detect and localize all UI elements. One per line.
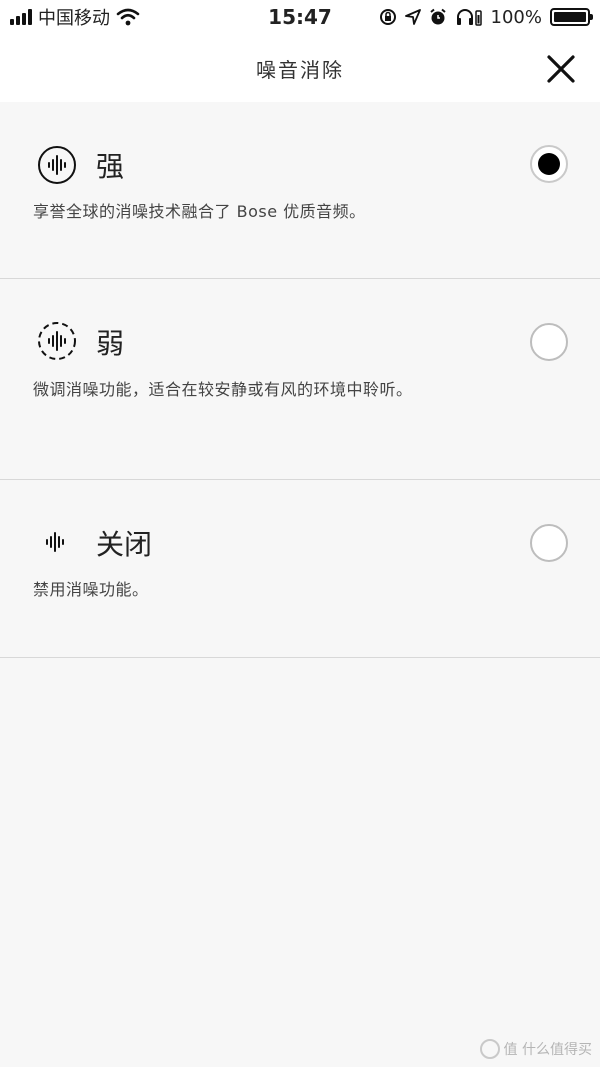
page-title: 噪音消除 <box>256 58 344 82</box>
status-right: 100% <box>379 5 593 29</box>
option-weak[interactable]: 弱 微调消噪功能，适合在较安静或有风的环境中聆听。 <box>0 279 600 480</box>
rotation-lock-icon <box>379 9 396 25</box>
status-bar: 中国移动 15:47 100% <box>0 0 600 34</box>
option-description: 享誉全球的消噪技术融合了 Bose 优质音频。 <box>33 202 366 221</box>
option-description: 禁用消噪功能。 <box>33 580 149 599</box>
watermark: 值 什么值得买 <box>479 1039 592 1059</box>
noise-cancel-high-icon <box>38 146 76 184</box>
noise-cancel-off-icon <box>46 532 64 552</box>
option-off[interactable]: 关闭 禁用消噪功能。 <box>0 480 600 658</box>
close-icon[interactable] <box>544 52 578 86</box>
option-label: 弱 <box>96 327 125 360</box>
noise-cancel-low-icon <box>38 322 76 360</box>
option-description: 微调消噪功能，适合在较安静或有风的环境中聆听。 <box>33 380 413 399</box>
radio-weak[interactable] <box>530 323 568 361</box>
radio-off[interactable] <box>530 524 568 562</box>
radio-strong[interactable] <box>530 145 568 183</box>
location-icon <box>404 9 421 25</box>
battery-fill <box>554 12 586 22</box>
option-strong[interactable]: 强 享誉全球的消噪技术融合了 Bose 优质音频。 <box>0 102 600 279</box>
option-label: 关闭 <box>96 528 153 561</box>
watermark-text: 值 什么值得买 <box>503 1042 592 1058</box>
watermark-logo-icon <box>479 1039 500 1059</box>
headphones-icon <box>456 9 482 26</box>
battery-icon <box>550 8 593 26</box>
option-label: 强 <box>96 150 125 183</box>
battery-percent: 100% <box>490 6 542 28</box>
nav-bar: 噪音消除 <box>0 34 600 102</box>
alarm-icon <box>429 8 446 25</box>
